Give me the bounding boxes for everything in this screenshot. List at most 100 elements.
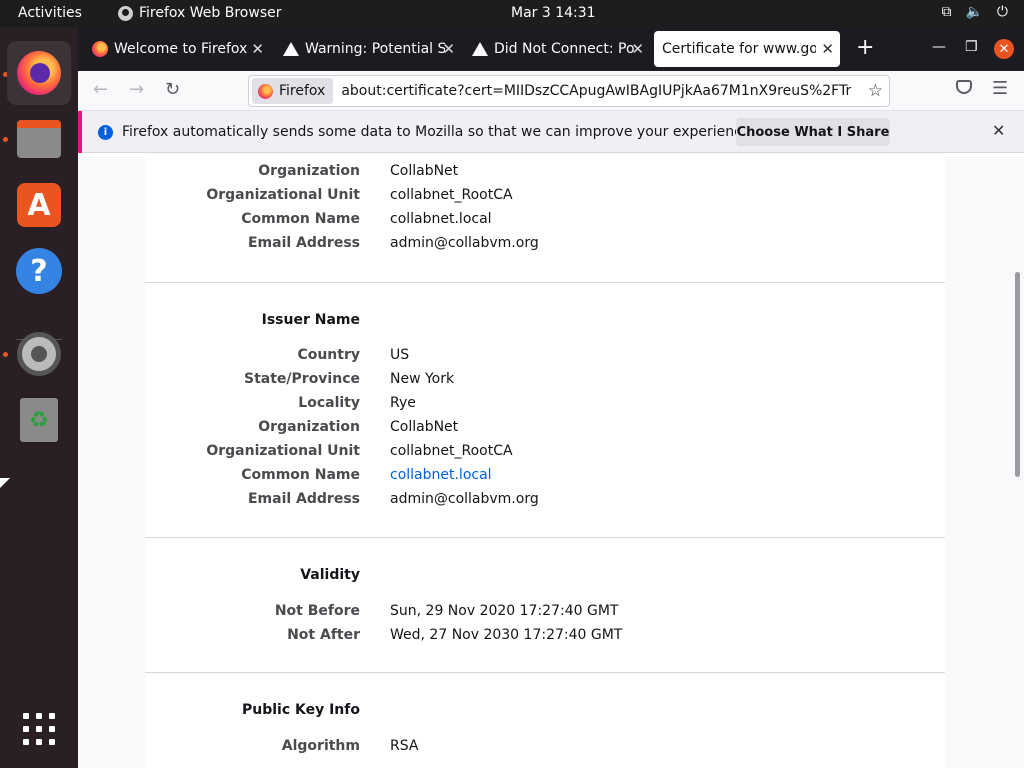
forward-button[interactable]: →	[129, 79, 144, 100]
dock-trash[interactable]: ♻	[7, 388, 71, 452]
notification-bar: i Firefox automatically sends some data …	[78, 111, 1024, 153]
activities-button[interactable]: Activities	[18, 5, 82, 21]
field-value: collabnet_RootCA	[390, 187, 513, 203]
new-tab-button[interactable]: +	[856, 37, 874, 59]
app-store-icon: A	[17, 183, 61, 227]
field-label: Email Address	[247, 235, 360, 251]
warning-icon	[283, 42, 299, 56]
bookmark-star-icon[interactable]: ☆	[868, 81, 883, 101]
choose-what-i-share-button[interactable]: Choose What I Share	[736, 118, 890, 146]
files-icon	[17, 120, 61, 158]
url-text[interactable]: about:certificate?cert=MIIDszCCApugAwIBA…	[341, 83, 851, 99]
field-value: Sun, 29 Nov 2020 17:27:40 GMT	[390, 603, 619, 619]
field-value: New York	[390, 371, 455, 387]
field-label: Organizational Unit	[206, 443, 360, 459]
dock-files[interactable]	[7, 107, 71, 171]
tab-label: Certificate for www.go	[662, 41, 816, 57]
network-icon[interactable]: ⧉	[941, 4, 951, 20]
dock-settings[interactable]	[7, 322, 71, 386]
firefox-icon	[258, 83, 273, 99]
firefox-icon	[118, 5, 133, 21]
section-title: Issuer Name	[261, 312, 360, 328]
clock[interactable]: Mar 3 14:31	[511, 5, 596, 21]
firefox-icon	[17, 51, 61, 95]
identity-label: Firefox	[279, 83, 326, 99]
warning-icon	[472, 42, 488, 56]
tab-certificate[interactable]: Certificate for www.go ✕	[654, 31, 840, 67]
app-menu[interactable]: Firefox Web Browser	[118, 5, 282, 21]
issuer-name-section: Issuer Name Country US State/Province Ne…	[145, 283, 945, 538]
firefox-icon	[92, 41, 108, 57]
tab-bar: Welcome to Firefox ✕ Warning: Potential …	[78, 27, 1024, 71]
notification-text: Firefox automatically sends some data to…	[122, 124, 755, 140]
close-notification-icon[interactable]: ✕	[992, 121, 1005, 140]
section-title: Public Key Info	[241, 702, 360, 718]
field-label: Not Before	[274, 603, 360, 619]
tab-did-not-connect[interactable]: Did Not Connect: Po ✕	[464, 31, 650, 67]
maximize-button[interactable]: ❐	[965, 39, 978, 55]
help-icon: ?	[16, 248, 62, 294]
field-label: Common Name	[241, 211, 360, 227]
tab-warning[interactable]: Warning: Potential S ✕	[275, 31, 461, 67]
trash-icon: ♻	[20, 398, 58, 442]
close-tab-icon[interactable]: ✕	[821, 40, 834, 58]
mouse-cursor	[0, 478, 10, 488]
pocket-icon[interactable]	[956, 80, 972, 94]
notification-accent	[78, 111, 82, 153]
system-tray[interactable]: ⧉ 🔈 ⏻	[941, 4, 1008, 20]
reload-button[interactable]: ↻	[165, 79, 180, 100]
public-key-info-section: Public Key Info Algorithm RSA	[145, 673, 945, 768]
show-apps-icon[interactable]	[23, 713, 55, 745]
top-bar: Activities Firefox Web Browser Mar 3 14:…	[0, 0, 1024, 27]
close-window-button[interactable]: ✕	[994, 39, 1014, 59]
tab-label: Welcome to Firefox	[114, 41, 248, 57]
field-value: Wed, 27 Nov 2030 17:27:40 GMT	[390, 627, 623, 643]
url-bar[interactable]: Firefox about:certificate?cert=MIIDszCCA…	[248, 75, 890, 107]
field-label: Email Address	[247, 491, 360, 507]
close-tab-icon[interactable]: ✕	[631, 40, 644, 58]
scrollbar-thumb[interactable]	[1015, 272, 1020, 477]
validity-section: Validity Not Before Sun, 29 Nov 2020 17:…	[145, 538, 945, 673]
field-value: collabnet_RootCA	[390, 443, 513, 459]
back-button[interactable]: ←	[93, 79, 108, 100]
dock-help[interactable]: ?	[7, 239, 71, 303]
dock: A ? ♻	[0, 27, 78, 768]
browser-window: Welcome to Firefox ✕ Warning: Potential …	[78, 27, 1024, 768]
nav-bar: ← → ↻ Firefox about:certificate?cert=MII…	[78, 71, 1024, 111]
hamburger-menu-icon[interactable]: ☰	[992, 78, 1008, 99]
close-tab-icon[interactable]: ✕	[251, 40, 264, 58]
field-label: Common Name	[241, 467, 360, 483]
identity-box[interactable]: Firefox	[252, 78, 334, 104]
close-tab-icon[interactable]: ✕	[442, 40, 455, 58]
field-value: RSA	[390, 738, 419, 754]
field-label: Organization	[258, 419, 360, 435]
field-label: Algorithm	[281, 738, 360, 754]
field-value: Rye	[390, 395, 416, 411]
field-value: CollabNet	[390, 163, 459, 179]
tab-label: Did Not Connect: Po	[494, 41, 634, 57]
field-label: State/Province	[244, 371, 360, 387]
settings-icon	[17, 332, 61, 376]
field-label: Organizational Unit	[206, 187, 360, 203]
tab-welcome[interactable]: Welcome to Firefox ✕	[84, 31, 270, 67]
dock-firefox[interactable]	[7, 41, 71, 105]
tab-label: Warning: Potential S	[305, 41, 445, 57]
power-icon[interactable]: ⏻	[997, 4, 1008, 20]
field-label: Organization	[258, 163, 360, 179]
dock-app-store[interactable]: A	[7, 173, 71, 237]
certificate-content: Organization CollabNet Organizational Un…	[78, 157, 1024, 768]
field-label: Country	[297, 347, 360, 363]
field-value: admin@collabvm.org	[390, 491, 539, 507]
field-value: CollabNet	[390, 419, 459, 435]
minimize-button[interactable]: —	[932, 39, 946, 55]
field-label: Not After	[287, 627, 360, 643]
info-icon: i	[98, 125, 113, 140]
field-value: admin@collabvm.org	[390, 235, 539, 251]
field-label: Locality	[298, 395, 360, 411]
volume-icon[interactable]: 🔈	[965, 4, 982, 20]
section-title: Validity	[300, 567, 360, 583]
field-value: collabnet.local	[390, 211, 492, 227]
subject-name-section: Organization CollabNet Organizational Un…	[145, 157, 945, 283]
app-name: Firefox Web Browser	[139, 5, 282, 21]
common-name-link[interactable]: collabnet.local	[390, 467, 492, 483]
